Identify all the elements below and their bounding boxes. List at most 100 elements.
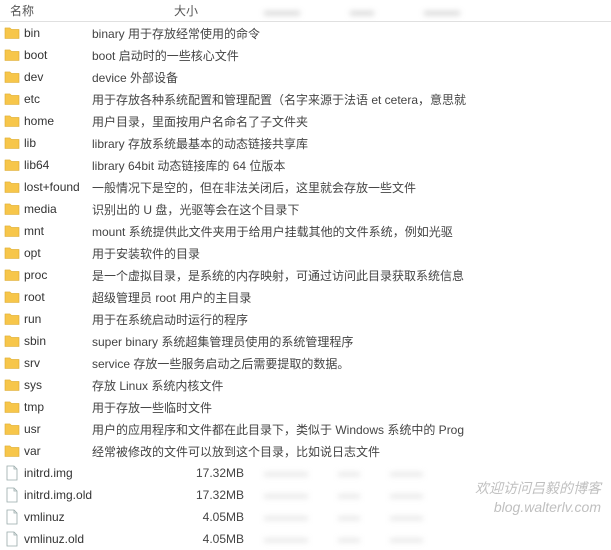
- folder-name-label: run: [24, 312, 41, 326]
- folder-name-cell: dev: [4, 69, 90, 85]
- folder-description: 用户的应用程序和文件都在此目录下，类似于 Windows 系统中的 Prog: [90, 421, 607, 438]
- folder-name-cell: run: [4, 311, 90, 327]
- folder-name-cell: sbin: [4, 333, 90, 349]
- folder-description: library 存放系统最基本的动态链接共享库: [90, 135, 607, 152]
- folder-name-label: opt: [24, 246, 41, 260]
- folder-name-cell: lib: [4, 135, 90, 151]
- folder-row[interactable]: proc 是一个虚拟目录，是系统的内存映射，可通过访问此目录获取系统信息: [0, 264, 611, 286]
- folder-row[interactable]: liblibrary 存放系统最基本的动态链接共享库: [0, 132, 611, 154]
- folder-icon: [4, 311, 20, 327]
- folder-row[interactable]: lib64library 64bit 动态链接库的 64 位版本: [0, 154, 611, 176]
- folder-row[interactable]: srv service 存放一些服务启动之后需要提取的数据。: [0, 352, 611, 374]
- folder-row[interactable]: devdevice 外部设备: [0, 66, 611, 88]
- folder-row[interactable]: lost+found 一般情况下是空的，但在非法关闭后，这里就会存放一些文件: [0, 176, 611, 198]
- folder-icon: [4, 201, 20, 217]
- folder-description: mount 系统提供此文件夹用于给用户挂载其他的文件系统，例如光驱: [90, 223, 607, 240]
- folder-description: 是一个虚拟目录，是系统的内存映射，可通过访问此目录获取系统信息: [90, 267, 607, 284]
- folder-name-label: var: [24, 444, 41, 458]
- folder-description: service 存放一些服务启动之后需要提取的数据。: [90, 355, 607, 372]
- column-header-size[interactable]: 大小: [174, 2, 264, 19]
- folder-row[interactable]: var 经常被修改的文件可以放到这个目录，比如说日志文件: [0, 440, 611, 462]
- folder-name-label: bin: [24, 26, 40, 40]
- folder-row[interactable]: tmp用于存放一些临时文件: [0, 396, 611, 418]
- folder-description: 经常被修改的文件可以放到这个目录，比如说日志文件: [90, 443, 607, 460]
- file-name-cell: initrd.img: [4, 465, 174, 481]
- folder-name-cell: etc: [4, 91, 90, 107]
- folder-name-label: home: [24, 114, 54, 128]
- folder-icon: [4, 223, 20, 239]
- column-header-row: 名称 大小 ▬▬▬▬▬▬▬▬: [0, 0, 611, 22]
- folder-icon: [4, 399, 20, 415]
- folder-description: 用于安装软件的目录: [90, 245, 607, 262]
- folder-description: 用户目录，里面按用户名命名了子文件夹: [90, 113, 607, 130]
- folder-name-cell: root: [4, 289, 90, 305]
- folder-row[interactable]: boot boot 启动时的一些核心文件: [0, 44, 611, 66]
- column-header-blurred: ▬▬▬▬▬▬▬▬: [264, 4, 607, 18]
- folder-icon: [4, 135, 20, 151]
- folder-name-label: proc: [24, 268, 47, 282]
- folder-description: binary 用于存放经常使用的命令: [90, 25, 607, 42]
- folder-name-label: boot: [24, 48, 47, 62]
- folder-name-cell: proc: [4, 267, 90, 283]
- folder-row[interactable]: media识别出的 U 盘，光驱等会在这个目录下: [0, 198, 611, 220]
- file-icon: [4, 509, 20, 525]
- folder-description: 识别出的 U 盘，光驱等会在这个目录下: [90, 201, 607, 218]
- folder-name-cell: var: [4, 443, 90, 459]
- folder-description: 用于在系统启动时运行的程序: [90, 311, 607, 328]
- folder-icon: [4, 157, 20, 173]
- watermark: 欢迎访问吕毅的博客 blog.walterlv.com: [475, 479, 601, 518]
- folder-row[interactable]: home 用户目录，里面按用户名命名了子文件夹: [0, 110, 611, 132]
- folder-icon: [4, 333, 20, 349]
- folder-name-label: root: [24, 290, 45, 304]
- folder-description: 超级管理员 root 用户的主目录: [90, 289, 607, 306]
- folder-icon: [4, 25, 20, 41]
- folder-description: library 64bit 动态链接库的 64 位版本: [90, 157, 607, 174]
- folder-icon: [4, 289, 20, 305]
- folder-name-cell: opt: [4, 245, 90, 261]
- folder-row[interactable]: usr 用户的应用程序和文件都在此目录下，类似于 Windows 系统中的 Pro…: [0, 418, 611, 440]
- folder-row[interactable]: sys 存放 Linux 系统内核文件: [0, 374, 611, 396]
- folder-name-cell: tmp: [4, 399, 90, 415]
- folder-row[interactable]: root 超级管理员 root 用户的主目录: [0, 286, 611, 308]
- folder-name-label: usr: [24, 422, 41, 436]
- folder-name-cell: mnt: [4, 223, 90, 239]
- folder-name-label: srv: [24, 356, 40, 370]
- folder-description: 用于存放一些临时文件: [90, 399, 607, 416]
- file-icon: [4, 465, 20, 481]
- folder-icon: [4, 91, 20, 107]
- file-size: 17.32MB: [174, 466, 264, 480]
- folder-row[interactable]: sbinsuper binary 系统超集管理员使用的系统管理程序: [0, 330, 611, 352]
- file-name-label: initrd.img.old: [24, 488, 92, 502]
- file-blurred-cols: ▬▬▬▬▬▬▬▬▬: [264, 533, 607, 545]
- file-blurred-cols: ▬▬▬▬▬▬▬▬▬: [264, 467, 607, 479]
- folder-row[interactable]: mnt mount 系统提供此文件夹用于给用户挂载其他的文件系统，例如光驱: [0, 220, 611, 242]
- folder-name-cell: lib64: [4, 157, 90, 173]
- folder-description: 存放 Linux 系统内核文件: [90, 377, 607, 394]
- folder-row[interactable]: etc用于存放各种系统配置和管理配置（名字来源于法语 et cetera，意思就: [0, 88, 611, 110]
- folder-name-cell: lost+found: [4, 179, 90, 195]
- folder-icon: [4, 245, 20, 261]
- folder-icon: [4, 443, 20, 459]
- file-size: 17.32MB: [174, 488, 264, 502]
- folder-name-label: lost+found: [24, 180, 80, 194]
- file-name-cell: vmlinuz.old: [4, 531, 174, 547]
- folder-name-label: mnt: [24, 224, 44, 238]
- folder-row[interactable]: run 用于在系统启动时运行的程序: [0, 308, 611, 330]
- folder-name-cell: usr: [4, 421, 90, 437]
- folder-row[interactable]: bin binary 用于存放经常使用的命令: [0, 22, 611, 44]
- folder-name-label: sys: [24, 378, 42, 392]
- watermark-line2: blog.walterlv.com: [475, 498, 601, 518]
- folder-icon: [4, 113, 20, 129]
- folder-icon: [4, 267, 20, 283]
- folder-name-label: sbin: [24, 334, 46, 348]
- folder-name-cell: srv: [4, 355, 90, 371]
- folder-icon: [4, 69, 20, 85]
- folder-row[interactable]: opt 用于安装软件的目录: [0, 242, 611, 264]
- folder-icon: [4, 355, 20, 371]
- file-row[interactable]: vmlinuz.old4.05MB▬▬▬▬▬▬▬▬▬: [0, 528, 611, 550]
- folder-icon: [4, 377, 20, 393]
- file-list: bin binary 用于存放经常使用的命令 boot boot 启动时的一些核心文件…: [0, 22, 611, 550]
- column-header-name[interactable]: 名称: [4, 2, 174, 19]
- folder-description: 一般情况下是空的，但在非法关闭后，这里就会存放一些文件: [90, 179, 607, 196]
- folder-description: boot 启动时的一些核心文件: [90, 47, 607, 64]
